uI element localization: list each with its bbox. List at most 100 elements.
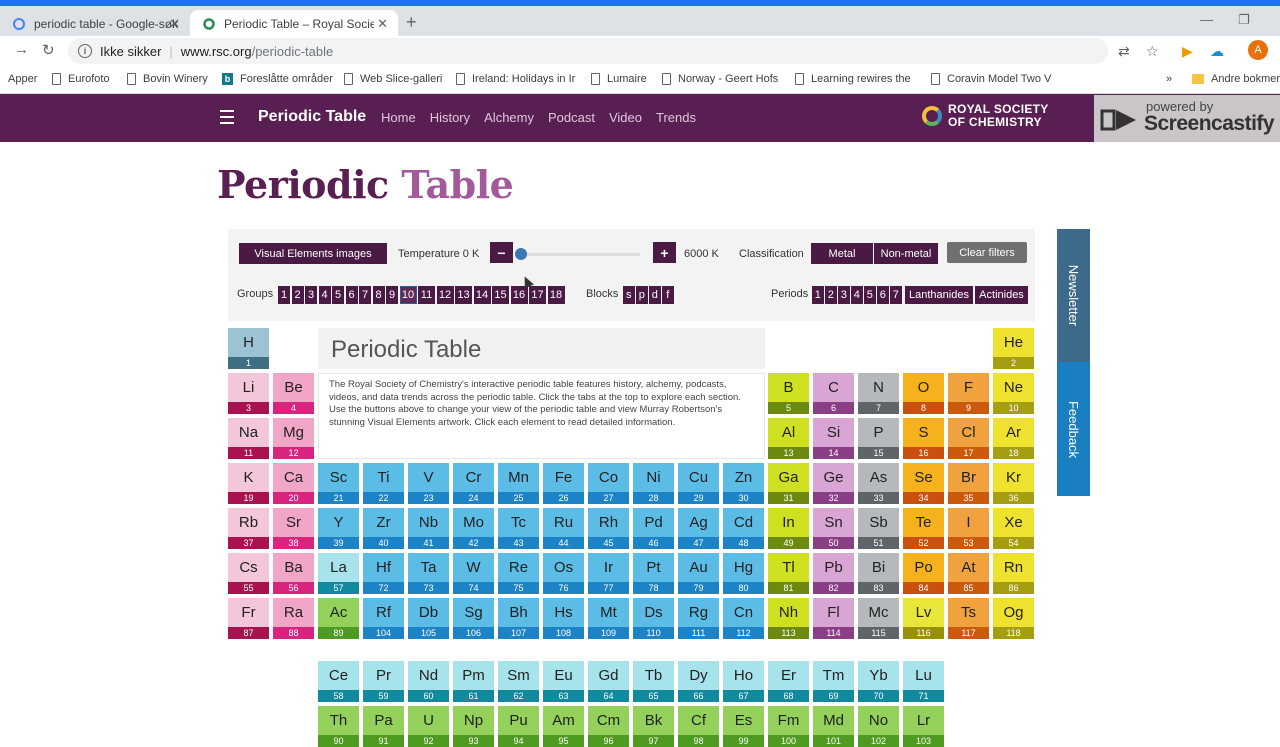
element-db[interactable]: Db 105: [408, 598, 449, 639]
nonmetal-button[interactable]: Non-metal: [874, 243, 938, 264]
period-filter-1[interactable]: 1: [812, 286, 824, 304]
element-sg[interactable]: Sg 106: [453, 598, 494, 639]
element-b[interactable]: B5: [768, 373, 809, 414]
close-tab-icon[interactable]: ✕: [169, 16, 180, 32]
element-no[interactable]: No 102: [858, 706, 899, 747]
element-mt[interactable]: Mt 109: [588, 598, 629, 639]
element-u[interactable]: U 92: [408, 706, 449, 747]
screencastify-extension-icon[interactable]: ▶: [1182, 43, 1193, 60]
element-fe[interactable]: Fe 26: [543, 463, 584, 504]
close-tab-icon[interactable]: ✕: [377, 16, 388, 32]
visual-elements-button[interactable]: Visual Elements images: [239, 243, 387, 264]
group-filter-9[interactable]: 9: [386, 286, 398, 304]
group-filter-7[interactable]: 7: [359, 286, 371, 304]
group-filter-16[interactable]: 16: [510, 286, 528, 304]
period-filter-3[interactable]: 3: [838, 286, 850, 304]
element-h[interactable]: H1: [228, 328, 269, 369]
tab-periodic-table[interactable]: Periodic Table – Royal Society of ✕: [190, 10, 398, 38]
nav-history[interactable]: History: [430, 110, 470, 125]
actinides-filter[interactable]: Actinides: [975, 286, 1028, 304]
element-rb[interactable]: Rb 37: [228, 508, 269, 549]
group-filter-6[interactable]: 6: [345, 286, 358, 304]
element-os[interactable]: Os 76: [543, 553, 584, 594]
element-fl[interactable]: Fl 114: [813, 598, 854, 639]
element-ni[interactable]: Ni 28: [633, 463, 674, 504]
nav-trends[interactable]: Trends: [656, 110, 696, 125]
bookmark-item[interactable]: Eurofoto: [52, 73, 110, 85]
element-ir[interactable]: Ir 77: [588, 553, 629, 594]
newsletter-tab[interactable]: Newsletter: [1057, 229, 1090, 362]
element-cs[interactable]: Cs 55: [228, 553, 269, 594]
group-filter-4[interactable]: 4: [318, 286, 331, 304]
group-filter-8[interactable]: 8: [372, 286, 385, 304]
group-filter-2[interactable]: 2: [291, 286, 304, 304]
minimize-icon[interactable]: —: [1200, 12, 1213, 27]
element-mc[interactable]: Mc 115: [858, 598, 899, 639]
info-icon[interactable]: i: [78, 44, 92, 58]
avatar[interactable]: A: [1248, 40, 1268, 60]
bookmark-item[interactable]: Web Slice-galleri: [344, 73, 442, 85]
site-title[interactable]: Periodic Table: [258, 108, 366, 126]
element-re[interactable]: Re 75: [498, 553, 539, 594]
element-ts[interactable]: Ts 117: [948, 598, 989, 639]
translate-icon[interactable]: ⇄: [1118, 43, 1130, 60]
element-ca[interactable]: Ca 20: [273, 463, 314, 504]
element-ra[interactable]: Ra 88: [273, 598, 314, 639]
element-ds[interactable]: Ds 110: [633, 598, 674, 639]
element-he[interactable]: He 2: [993, 328, 1034, 369]
element-sb[interactable]: Sb 51: [858, 508, 899, 549]
element-k[interactable]: K 19: [228, 463, 269, 504]
element-ti[interactable]: Ti 22: [363, 463, 404, 504]
element-bh[interactable]: Bh 107: [498, 598, 539, 639]
element-se[interactable]: Se 34: [903, 463, 944, 504]
group-filter-1[interactable]: 1: [278, 286, 290, 304]
element-pu[interactable]: Pu 94: [498, 706, 539, 747]
element-eu[interactable]: Eu 63: [543, 661, 584, 702]
element-pt[interactable]: Pt 78: [633, 553, 674, 594]
new-tab-icon[interactable]: +: [406, 12, 417, 33]
element-bi[interactable]: Bi 83: [858, 553, 899, 594]
element-pr[interactable]: Pr 59: [363, 661, 404, 702]
element-xe[interactable]: Xe 54: [993, 508, 1034, 549]
element-cn[interactable]: Cn 112: [723, 598, 764, 639]
element-al[interactable]: Al 13: [768, 418, 809, 459]
element-nd[interactable]: Nd 60: [408, 661, 449, 702]
hamburger-menu-icon[interactable]: [220, 110, 234, 128]
bookmark-item[interactable]: Norway - Geert Hofs: [662, 73, 778, 85]
element-pm[interactable]: Pm 61: [453, 661, 494, 702]
element-nh[interactable]: Nh 113: [768, 598, 809, 639]
element-lv[interactable]: Lv 116: [903, 598, 944, 639]
element-ba[interactable]: Ba 56: [273, 553, 314, 594]
element-tc[interactable]: Tc 43: [498, 508, 539, 549]
element-cu[interactable]: Cu 29: [678, 463, 719, 504]
element-es[interactable]: Es 99: [723, 706, 764, 747]
element-hf[interactable]: Hf 72: [363, 553, 404, 594]
element-fm[interactable]: Fm 100: [768, 706, 809, 747]
address-bar[interactable]: i Ikke sikker | www.rsc.org /periodic-ta…: [68, 38, 1108, 64]
element-ru[interactable]: Ru 44: [543, 508, 584, 549]
period-filter-5[interactable]: 5: [864, 286, 876, 304]
element-au[interactable]: Au 79: [678, 553, 719, 594]
element-am[interactable]: Am 95: [543, 706, 584, 747]
nav-alchemy[interactable]: Alchemy: [484, 110, 534, 125]
other-bookmarks[interactable]: Andre bokmerk: [1192, 73, 1280, 85]
element-pd[interactable]: Pd 46: [633, 508, 674, 549]
group-filter-15[interactable]: 15: [492, 286, 509, 304]
reload-icon[interactable]: ↻: [42, 41, 55, 59]
temperature-decrease-button[interactable]: −: [490, 242, 513, 263]
block-filter-d[interactable]: d: [649, 286, 661, 304]
element-ta[interactable]: Ta 73: [408, 553, 449, 594]
element-kr[interactable]: Kr 36: [993, 463, 1034, 504]
element-bk[interactable]: Bk 97: [633, 706, 674, 747]
element-ar[interactable]: Ar 18: [993, 418, 1034, 459]
nav-home[interactable]: Home: [381, 110, 416, 125]
element-n[interactable]: N7: [858, 373, 899, 414]
restore-icon[interactable]: ❐: [1238, 12, 1250, 28]
element-yb[interactable]: Yb 70: [858, 661, 899, 702]
bookmark-item[interactable]: Lumaire: [591, 73, 647, 85]
element-tm[interactable]: Tm 69: [813, 661, 854, 702]
element-i[interactable]: I 53: [948, 508, 989, 549]
clear-filters-button[interactable]: Clear filters: [947, 242, 1027, 263]
period-filter-4[interactable]: 4: [851, 286, 863, 304]
back-icon[interactable]: →: [14, 41, 29, 58]
